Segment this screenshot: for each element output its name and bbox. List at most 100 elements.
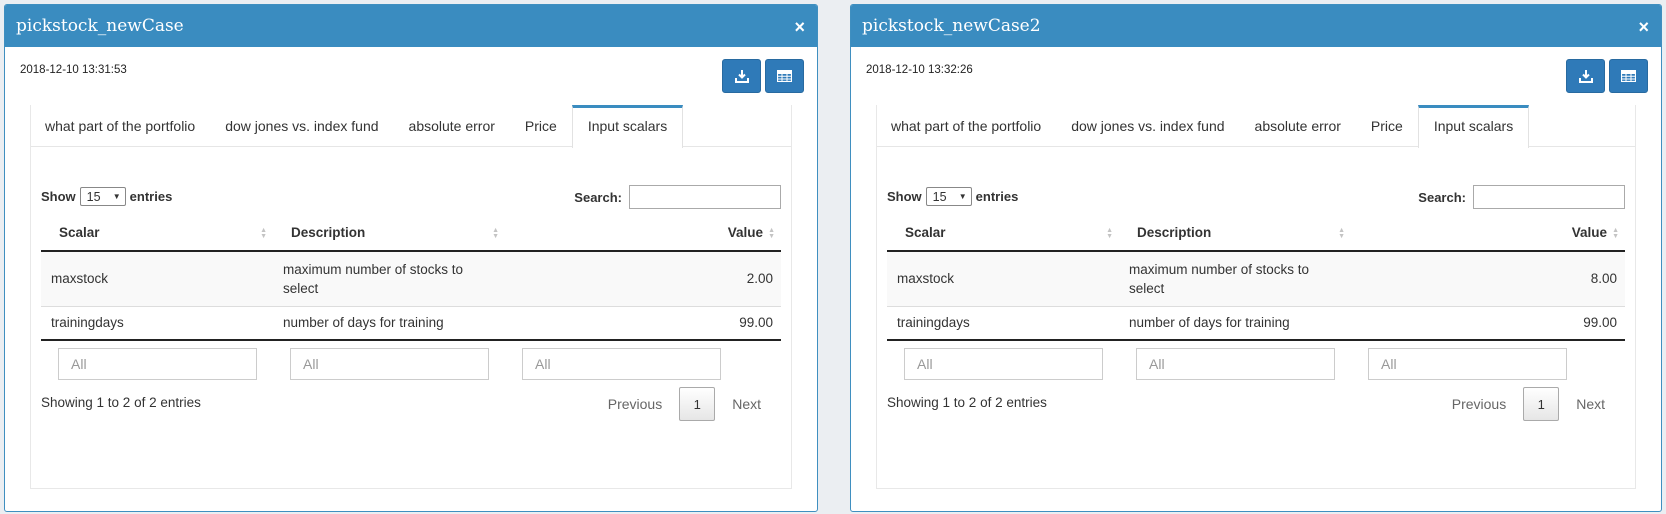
pagination: Previous 1 Next xyxy=(1437,387,1620,421)
sort-icon: ▲ ▼ xyxy=(260,227,267,240)
table-row: trainingdays number of days for training… xyxy=(41,306,781,341)
tab-bar: what part of the portfolio dow jones vs.… xyxy=(877,105,1635,148)
panel-header: pickstock_newCase × xyxy=(5,5,817,47)
tab-price[interactable]: Price xyxy=(510,105,572,146)
page-size-select[interactable]: 15 ▼ xyxy=(79,187,126,206)
table-info: Showing 1 to 2 of 2 entries xyxy=(41,395,201,410)
cell-scalar: maxstock xyxy=(887,251,1119,307)
panel-header: pickstock_newCase2 × xyxy=(851,5,1661,47)
download-button[interactable] xyxy=(1566,59,1605,93)
previous-button[interactable]: Previous xyxy=(593,396,677,412)
table-info: Showing 1 to 2 of 2 entries xyxy=(887,395,1047,410)
sort-icon: ▲ ▼ xyxy=(1612,227,1619,240)
tab-bar: what part of the portfolio dow jones vs.… xyxy=(31,105,791,148)
show-label: Show xyxy=(41,189,76,204)
sort-icon: ▲ ▼ xyxy=(1338,227,1345,240)
filter-scalar-input[interactable]: All xyxy=(58,348,257,380)
cell-value: 8.00 xyxy=(1351,251,1625,307)
sort-icon: ▲ ▼ xyxy=(492,227,499,240)
tab-portfolio[interactable]: what part of the portfolio xyxy=(877,105,1056,146)
page-1-button[interactable]: 1 xyxy=(679,387,716,421)
scalars-table: Scalar ▲ ▼ Description ▲ ▼ Value ▲ ▼ maxstock … xyxy=(41,215,781,341)
page-1-button[interactable]: 1 xyxy=(1523,387,1560,421)
column-header-description[interactable]: Description ▲ ▼ xyxy=(1119,215,1351,252)
tab-price[interactable]: Price xyxy=(1356,105,1418,146)
download-button[interactable] xyxy=(722,59,761,93)
table-row: maxstock maximum number of stocks to sele… xyxy=(887,251,1625,307)
table-view-button[interactable] xyxy=(765,59,804,93)
timestamp: 2018-12-10 13:31:53 xyxy=(20,64,127,76)
page-length-control: Show 15 ▼ entries xyxy=(887,187,1018,206)
cell-description: number of days for training xyxy=(1119,306,1351,341)
show-label: Show xyxy=(887,189,922,204)
table-row: maxstock maximum number of stocks to sele… xyxy=(41,251,781,307)
tab-absolute-error[interactable]: absolute error xyxy=(1240,105,1356,146)
column-header-value[interactable]: Value ▲ ▼ xyxy=(505,215,781,252)
table-icon xyxy=(1621,70,1636,82)
previous-button[interactable]: Previous xyxy=(1437,396,1521,412)
filter-value-input[interactable]: All xyxy=(522,348,721,380)
cell-description: maximum number of stocks to select xyxy=(273,251,505,307)
table-icon xyxy=(777,70,792,82)
next-button[interactable]: Next xyxy=(717,396,776,412)
cell-value: 99.00 xyxy=(1351,306,1625,341)
column-header-value[interactable]: Value ▲ ▼ xyxy=(1351,215,1625,252)
tab-dow-jones[interactable]: dow jones vs. index fund xyxy=(1056,105,1239,146)
panel-title: pickstock_newCase xyxy=(16,16,184,36)
cell-value: 2.00 xyxy=(505,251,781,307)
entries-label: entries xyxy=(975,189,1019,204)
toolbar xyxy=(722,59,804,93)
filter-description-input[interactable]: All xyxy=(1136,348,1335,380)
tab-dow-jones[interactable]: dow jones vs. index fund xyxy=(210,105,393,146)
search-control: Search: xyxy=(1418,185,1625,209)
chevron-down-icon: ▼ xyxy=(112,192,121,201)
column-header-description[interactable]: Description ▲ ▼ xyxy=(273,215,505,252)
cell-description: number of days for training xyxy=(273,306,505,341)
filter-description-input[interactable]: All xyxy=(290,348,489,380)
timestamp: 2018-12-10 13:32:26 xyxy=(866,64,973,76)
column-header-scalar[interactable]: Scalar ▲ ▼ xyxy=(887,215,1119,252)
table-row: trainingdays number of days for training… xyxy=(887,306,1625,341)
filter-scalar-input[interactable]: All xyxy=(904,348,1103,380)
cell-description: maximum number of stocks to select xyxy=(1119,251,1351,307)
sort-icon: ▲ ▼ xyxy=(1106,227,1113,240)
scalars-table: Scalar ▲ ▼ Description ▲ ▼ Value ▲ ▼ maxstock … xyxy=(887,215,1625,341)
tab-portfolio[interactable]: what part of the portfolio xyxy=(31,105,210,146)
tab-input-scalars[interactable]: Input scalars xyxy=(1417,105,1530,148)
sort-icon: ▲ ▼ xyxy=(768,227,775,240)
tab-container: what part of the portfolio dow jones vs.… xyxy=(876,105,1636,489)
cell-scalar: trainingdays xyxy=(887,306,1119,341)
download-icon xyxy=(734,69,749,83)
page-size-value: 15 xyxy=(86,189,101,204)
tab-input-scalars[interactable]: Input scalars xyxy=(571,105,684,148)
panel-pickstock-newcase2: pickstock_newCase2 × 2018-12-10 13:32:26 xyxy=(850,4,1662,512)
pagination: Previous 1 Next xyxy=(593,387,776,421)
page-size-select[interactable]: 15 ▼ xyxy=(925,187,972,206)
search-input[interactable] xyxy=(1473,185,1625,209)
tab-container: what part of the portfolio dow jones vs.… xyxy=(30,105,792,489)
panel-body: 2018-12-10 13:32:26 what part of the por… xyxy=(851,47,1661,511)
next-button[interactable]: Next xyxy=(1561,396,1620,412)
page-size-value: 15 xyxy=(932,189,947,204)
entries-label: entries xyxy=(129,189,173,204)
table-view-button[interactable] xyxy=(1609,59,1648,93)
column-header-scalar[interactable]: Scalar ▲ ▼ xyxy=(41,215,273,252)
cell-value: 99.00 xyxy=(505,306,781,341)
filter-value-input[interactable]: All xyxy=(1368,348,1567,380)
search-label: Search: xyxy=(574,189,622,205)
download-icon xyxy=(1578,69,1593,83)
page-length-control: Show 15 ▼ entries xyxy=(41,187,172,206)
search-input[interactable] xyxy=(629,185,781,209)
chevron-down-icon: ▼ xyxy=(958,192,967,201)
panel-body: 2018-12-10 13:31:53 what part of the por… xyxy=(5,47,817,511)
search-control: Search: xyxy=(574,185,781,209)
tab-absolute-error[interactable]: absolute error xyxy=(394,105,510,146)
cell-scalar: maxstock xyxy=(41,251,273,307)
cell-scalar: trainingdays xyxy=(41,306,273,341)
panel-title: pickstock_newCase2 xyxy=(862,16,1041,36)
toolbar xyxy=(1566,59,1648,93)
close-icon[interactable]: × xyxy=(1638,17,1649,38)
search-label: Search: xyxy=(1418,189,1466,205)
panel-pickstock-newcase: pickstock_newCase × 2018-12-10 13:31:53 xyxy=(4,4,818,512)
close-icon[interactable]: × xyxy=(794,17,805,38)
